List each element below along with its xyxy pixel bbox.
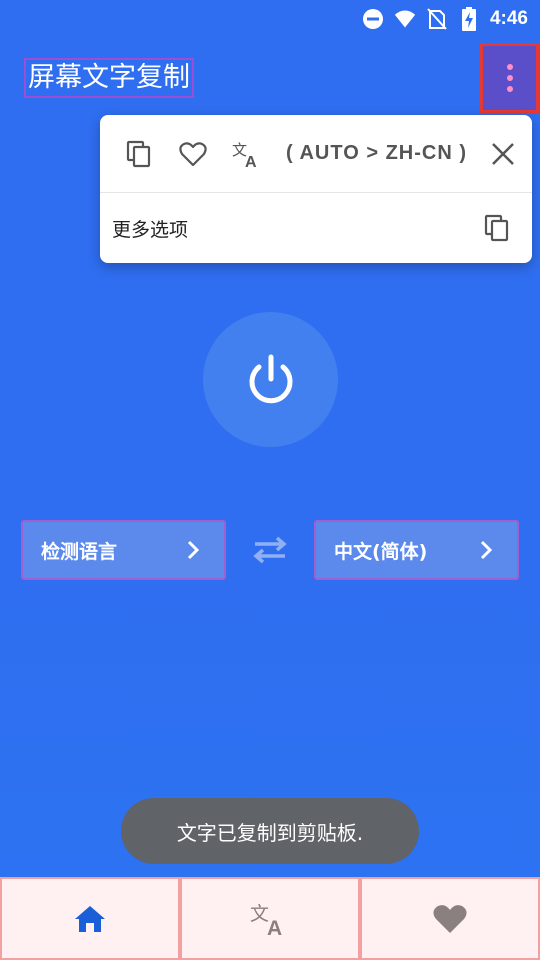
- power-icon: [249, 354, 292, 403]
- popup-action-row: 文A ( AUTO > ZH-CN ): [100, 115, 532, 193]
- overflow-menu-button[interactable]: [480, 43, 539, 113]
- app-title: 屏幕文字复制: [24, 58, 194, 98]
- copy-icon[interactable]: [482, 213, 512, 243]
- svg-text:A: A: [245, 154, 257, 168]
- status-time: 4:46: [489, 8, 528, 29]
- target-language-button[interactable]: 中文(简体): [314, 520, 519, 580]
- more-options-label: 更多选项: [112, 218, 189, 241]
- swap-horizontal-icon[interactable]: [250, 532, 290, 568]
- no-sim-icon: [426, 8, 448, 30]
- heart-icon[interactable]: [178, 139, 208, 169]
- power-button[interactable]: [203, 312, 338, 447]
- nav-favorites[interactable]: [360, 877, 540, 960]
- translate-icon: 文A: [250, 903, 282, 937]
- more-options-row[interactable]: 更多选项: [100, 193, 532, 263]
- wifi-icon: [394, 8, 416, 30]
- target-language-label: 中文(简体): [334, 540, 428, 563]
- svg-text:A: A: [267, 917, 282, 937]
- source-language-label: 检测语言: [41, 540, 118, 563]
- more-vert-icon-dot: [506, 86, 513, 92]
- close-icon[interactable]: [488, 139, 518, 169]
- more-vert-icon: [506, 64, 513, 70]
- language-pair-label[interactable]: ( AUTO > ZH-CN ): [286, 142, 467, 165]
- chevron-right-icon: [186, 540, 206, 560]
- heart-icon: [433, 904, 467, 933]
- quick-action-popup: 文A ( AUTO > ZH-CN ) 更多选项: [100, 115, 532, 263]
- toast-message: 文字已复制到剪贴板.: [121, 798, 419, 864]
- chevron-right-icon: [479, 540, 499, 560]
- do-not-disturb-icon: [362, 8, 384, 30]
- status-bar: 4:46: [0, 0, 540, 38]
- home-icon: [75, 905, 105, 932]
- nav-home[interactable]: [0, 877, 180, 960]
- translate-icon[interactable]: 文A: [232, 139, 262, 169]
- more-vert-icon-dot: [506, 75, 513, 81]
- battery-charging-icon: [458, 7, 480, 31]
- bottom-navigation: 文A: [0, 877, 540, 960]
- copy-icon[interactable]: [124, 139, 154, 169]
- nav-translate[interactable]: 文A: [180, 877, 360, 960]
- source-language-button[interactable]: 检测语言: [21, 520, 226, 580]
